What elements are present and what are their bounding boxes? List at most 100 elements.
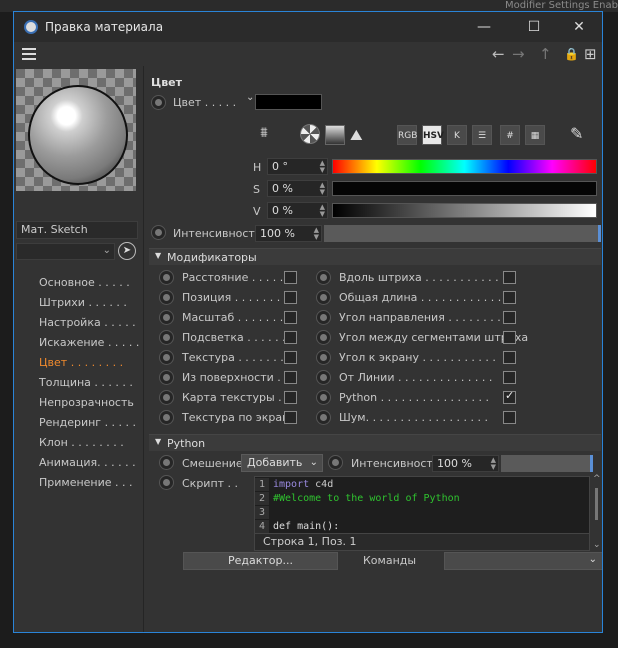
modifier-radio[interactable] [316, 350, 331, 365]
script-editor[interactable]: 1 import c4d 2 #Welcome to the world of … [254, 476, 590, 536]
compress-icon[interactable]: ⩩ [254, 125, 274, 145]
material-name-field[interactable]: Мат. Sketch [16, 221, 138, 239]
spinner-icon[interactable]: ▲ ▼ [320, 160, 325, 174]
nav-item-rendering[interactable]: Рендеринг . . . . . [39, 413, 139, 433]
modifier-radio[interactable] [316, 310, 331, 325]
minimize-button[interactable]: — [461, 12, 507, 42]
nav-item-strokes[interactable]: Штрихи . . . . . . [39, 293, 139, 313]
close-button[interactable]: ✕ [556, 12, 602, 42]
modifier-python-checkbox[interactable] [503, 389, 516, 404]
spinner-icon[interactable]: ▲ ▼ [320, 204, 325, 218]
new-panel-icon[interactable]: ⊞ [584, 45, 597, 63]
maximize-button[interactable]: ☐ [511, 12, 557, 42]
modifier-radio[interactable] [316, 270, 331, 285]
spectrum-icon[interactable] [325, 125, 345, 145]
modifier-radio[interactable] [159, 350, 174, 365]
color-anim-radio[interactable] [151, 95, 166, 110]
mode-hsv-button[interactable]: HSV [422, 125, 444, 145]
modifier-radio[interactable] [159, 390, 174, 405]
hamburger-menu-icon[interactable] [22, 48, 36, 60]
value-slider[interactable] [332, 203, 597, 218]
color-expand-chevron-icon[interactable]: ⌄ [246, 92, 254, 103]
modifier-screen-texture-checkbox[interactable] [284, 411, 297, 424]
spinner-icon[interactable]: ▲ ▼ [320, 182, 325, 196]
python-intensity-anim-radio[interactable] [328, 455, 343, 470]
material-dropdown[interactable]: ⌄ [16, 243, 115, 260]
editor-button[interactable]: Редактор... [183, 552, 338, 570]
scroll-thumb[interactable] [595, 488, 598, 520]
modifier-segment-angle-checkbox[interactable] [503, 331, 516, 344]
blend-anim-radio[interactable] [159, 455, 174, 470]
intensity-anim-radio[interactable] [151, 225, 166, 240]
script-scrollbar[interactable]: ^ ⌄ [593, 474, 601, 556]
modifier-radio[interactable] [159, 310, 174, 325]
h-field[interactable]: 0 ° ▲ ▼ [267, 158, 328, 175]
intensity-field[interactable]: 100 % ▲ ▼ [255, 225, 322, 242]
modifier-lighting-checkbox[interactable] [284, 331, 297, 344]
modifier-total-length-checkbox[interactable] [503, 291, 516, 304]
mode-mixer-button[interactable]: ☰ [472, 125, 492, 145]
nav-item-basic[interactable]: Основное . . . . . [39, 273, 139, 293]
modifier-radio[interactable] [159, 270, 174, 285]
blend-dropdown[interactable]: Добавить ⌄ [241, 454, 323, 472]
modifiers-title: Модификаторы [167, 251, 257, 264]
script-anim-radio[interactable] [159, 475, 174, 490]
nav-item-color[interactable]: Цвет . . . . . . . . [39, 353, 139, 373]
nav-item-thickness[interactable]: Толщина . . . . . . [39, 373, 139, 393]
mode-kelvin-button[interactable]: K [447, 125, 467, 145]
scroll-down-icon[interactable]: ⌄ [593, 540, 601, 550]
commands-dropdown[interactable]: ⌄ [444, 552, 602, 570]
modifier-radio[interactable] [159, 290, 174, 305]
s-field[interactable]: 0 % ▲ ▼ [267, 180, 328, 197]
material-preview[interactable] [16, 69, 136, 191]
modifier-radio[interactable] [316, 410, 331, 425]
modifier-radio[interactable] [316, 290, 331, 305]
spinner-icon[interactable]: ▲ ▼ [491, 457, 496, 471]
mode-hex-button[interactable]: # [500, 125, 520, 145]
modifier-texture-map-checkbox[interactable] [284, 391, 297, 404]
lock-icon[interactable]: 🔒 [564, 47, 579, 61]
spinner-icon[interactable]: ▲ ▼ [314, 227, 319, 241]
modifier-distance-checkbox[interactable] [284, 271, 297, 284]
modifier-position-checkbox[interactable] [284, 291, 297, 304]
forward-arrow-icon[interactable]: → [512, 45, 525, 63]
modifier-radio[interactable] [316, 370, 331, 385]
mode-swatches-button[interactable]: ▦ [525, 125, 545, 145]
nav-item-clone[interactable]: Клон . . . . . . . . [39, 433, 139, 453]
nav-item-adjustment[interactable]: Настройка . . . . . [39, 313, 139, 333]
eyedropper-icon[interactable]: ✎ [570, 124, 583, 143]
modifier-scale-checkbox[interactable] [284, 311, 297, 324]
modifier-direction-angle-checkbox[interactable] [503, 311, 516, 324]
nav-item-apply[interactable]: Применение . . . [39, 473, 139, 493]
modifier-radio[interactable] [159, 370, 174, 385]
modifier-radio[interactable] [159, 410, 174, 425]
pick-cursor-button[interactable]: ➤ [118, 242, 136, 260]
modifier-noise-checkbox[interactable] [503, 411, 516, 424]
intensity-slider[interactable] [324, 225, 601, 242]
modifier-from-surface-checkbox[interactable] [284, 371, 297, 384]
modifier-along-stroke-checkbox[interactable] [503, 271, 516, 284]
python-intensity-field[interactable]: 100 % ▲ ▼ [432, 455, 499, 472]
nav-item-distortion[interactable]: Искажение . . . . . [39, 333, 139, 353]
up-arrow-icon[interactable]: ↑ [539, 45, 552, 63]
nav-item-animation[interactable]: Анимация. . . . . . [39, 453, 139, 473]
nav-item-opacity[interactable]: Непрозрачность [39, 393, 139, 413]
image-icon[interactable]: ⛰ [350, 125, 372, 145]
modifier-radio[interactable] [159, 330, 174, 345]
modifier-screen-angle-checkbox[interactable] [503, 351, 516, 364]
modifier-from-line-checkbox[interactable] [503, 371, 516, 384]
modifier-radio[interactable] [316, 330, 331, 345]
modifier-radio[interactable] [316, 390, 331, 405]
hue-slider[interactable] [332, 159, 597, 174]
color-wheel-icon[interactable] [300, 124, 320, 144]
python-section-header[interactable]: ▼ Python [149, 434, 601, 451]
back-arrow-icon[interactable]: ← [492, 45, 505, 63]
modifiers-section-header[interactable]: ▼ Модификаторы [149, 248, 601, 265]
scroll-up-icon[interactable]: ^ [593, 474, 601, 484]
python-intensity-slider[interactable] [501, 455, 593, 472]
saturation-slider[interactable] [332, 181, 597, 196]
color-swatch[interactable] [255, 94, 322, 110]
mode-rgb-button[interactable]: RGB [397, 125, 417, 145]
v-field[interactable]: 0 % ▲ ▼ [267, 202, 328, 219]
modifier-texture-checkbox[interactable] [284, 351, 297, 364]
